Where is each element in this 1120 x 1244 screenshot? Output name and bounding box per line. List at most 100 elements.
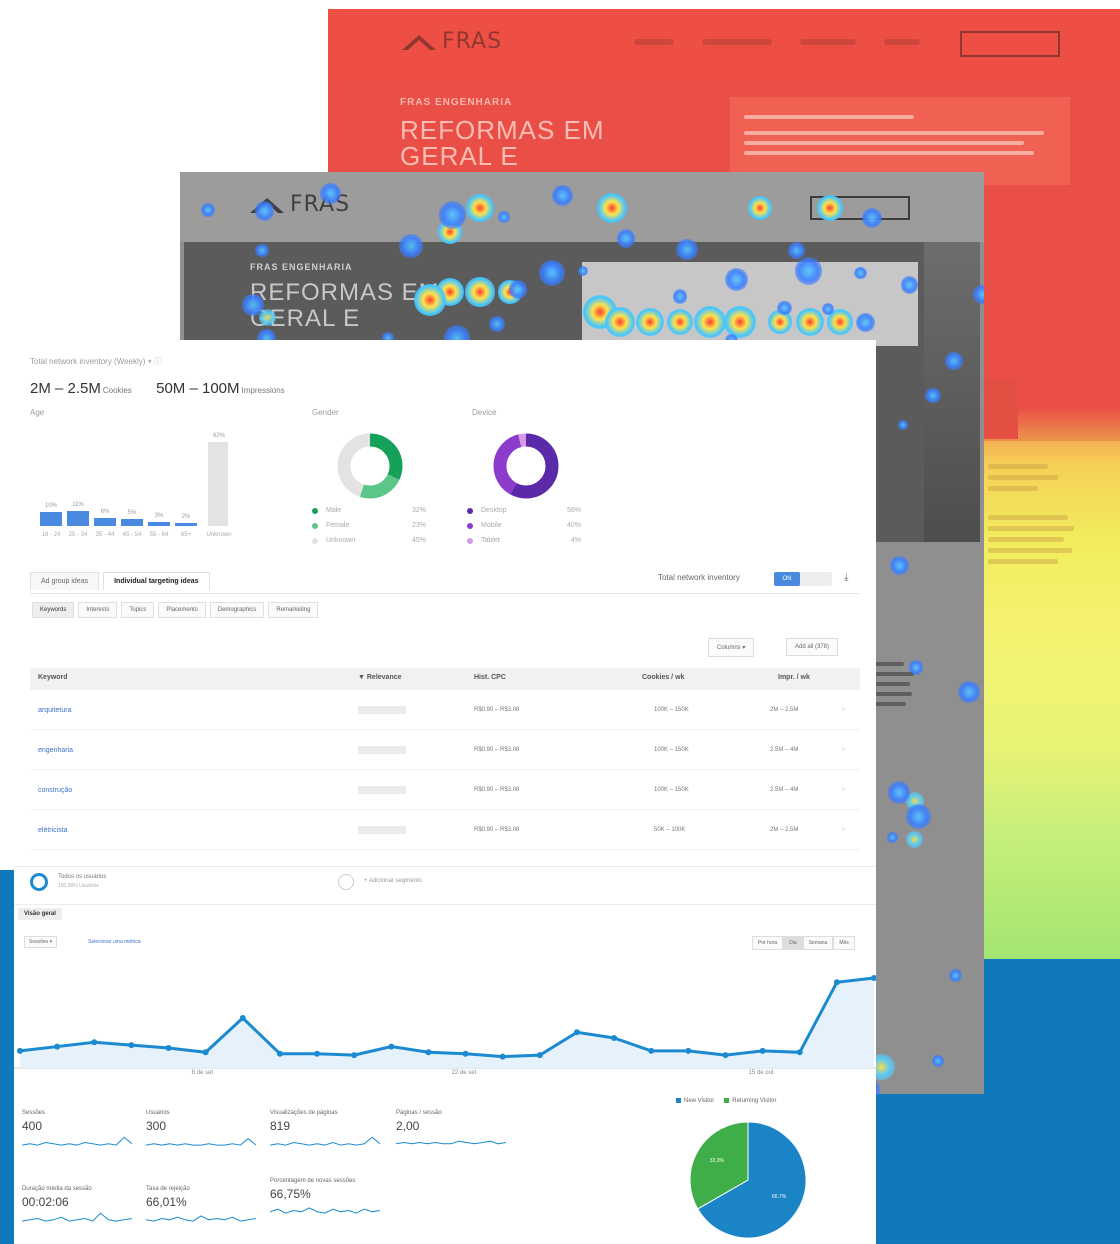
keyword-link[interactable]: construção	[38, 787, 72, 794]
tab-ad-group-ideas[interactable]: Ad group ideas	[30, 572, 100, 590]
metric-value: 819	[270, 1119, 291, 1133]
roof-logo-icon	[402, 34, 436, 50]
impressions-cell: 2M – 2.5M	[770, 827, 799, 833]
inventory-toggle[interactable]: ON	[774, 572, 832, 586]
subtab-keywords[interactable]: Keywords	[32, 602, 75, 618]
keyword-table-header	[30, 668, 860, 690]
impressions-value: 50M – 100M	[156, 380, 240, 397]
tab-overview[interactable]: Visão geral	[18, 908, 62, 920]
chevron-down-icon: ▾ ⓘ	[147, 357, 162, 366]
row-expand-icon[interactable]: ›	[842, 746, 844, 753]
age-bar-category: 18 - 24	[41, 532, 61, 538]
device-dot-icon	[467, 522, 473, 529]
device-legend-row: Tablet 4%	[467, 537, 581, 544]
device-section-label: Device	[472, 408, 497, 417]
age-bar-value: 2%	[181, 514, 191, 520]
metric-sparkline	[270, 1207, 380, 1214]
col-keyword[interactable]: Keyword	[38, 674, 68, 681]
sessions-point	[425, 1049, 432, 1056]
cookies-cell: 100K – 150K	[654, 747, 689, 753]
hero-form-panel	[582, 262, 918, 346]
table-row: engenharia R$0.90 – R$3.08 100K – 150K 2.5M…	[30, 730, 860, 770]
age-bar-category: 25 - 34	[68, 532, 88, 538]
age-bar-category: 45 - 54	[122, 532, 142, 538]
gender-dot-icon	[312, 537, 318, 544]
keyword-link[interactable]: engenharia	[38, 747, 73, 754]
sessions-point	[388, 1043, 395, 1050]
device-legend-row: Desktop 56%	[467, 507, 581, 514]
col-cookies[interactable]: Cookies / wk	[642, 674, 684, 681]
sessions-point	[165, 1045, 172, 1051]
col-hist-cpc[interactable]: Hist. CPC	[474, 674, 506, 681]
sessions-point	[276, 1050, 283, 1057]
age-bar-category: 65+	[180, 532, 192, 538]
subtab-demographics[interactable]: Demographics	[209, 602, 265, 618]
metric-tile: Visualizações de páginas 819	[270, 1110, 392, 1149]
device-legend-name: Desktop	[481, 507, 507, 514]
subtab-remarketing[interactable]: Remarketing	[268, 602, 319, 618]
sessions-point	[685, 1047, 692, 1054]
site-logo[interactable]: FRAS	[402, 29, 502, 54]
metric-sparkline	[22, 1212, 132, 1222]
legend-new-visitor: New Visitor	[676, 1098, 714, 1104]
sessions-point	[499, 1053, 506, 1060]
hero-kicker: FRAS ENGENHARIA	[400, 97, 513, 108]
relevance-bar	[358, 826, 406, 834]
gender-legend-row: Male 32%	[312, 507, 426, 514]
nav-cta-button[interactable]	[810, 196, 910, 220]
metric-select[interactable]: Sessões ▾	[24, 936, 58, 948]
nav-link[interactable]	[884, 39, 920, 45]
nav-link[interactable]	[634, 39, 674, 45]
col-impressions[interactable]: Impr. / wk	[778, 674, 810, 681]
sessions-point	[759, 1047, 766, 1054]
nav-cta-button[interactable]	[960, 31, 1060, 57]
segment-divider	[14, 866, 876, 867]
nav-link[interactable]	[702, 39, 772, 45]
cpc-cell: R$0.90 – R$3.08	[474, 747, 520, 753]
add-segment-label[interactable]: + Adicionar segmento	[364, 878, 422, 884]
period-hour[interactable]: Por hora	[752, 936, 784, 950]
site-logo[interactable]: FRAS	[250, 192, 350, 217]
add-segment-circle[interactable]	[338, 874, 354, 890]
report-title[interactable]: Total network inventory (Weekly) ▾ ⓘ	[30, 356, 162, 367]
metric-value: 66,01%	[146, 1195, 187, 1209]
cpc-cell: R$0.90 – R$3.08	[474, 827, 520, 833]
pie-slice-label: 33.3%	[710, 1158, 725, 1164]
period-day[interactable]: Dia	[783, 936, 803, 950]
subtab-placements[interactable]: Placements	[158, 602, 206, 618]
metric-tile: Porcentagem de novas sessões 66,75%	[270, 1178, 392, 1217]
inventory-summary: 2M – 2.5M Cookies 50M – 100M Impressions	[30, 380, 285, 397]
keyword-link[interactable]: arquitetura	[38, 707, 71, 714]
row-expand-icon[interactable]: ›	[842, 706, 844, 713]
hero-photo	[924, 242, 980, 542]
subtab-topics[interactable]: Topics	[121, 602, 155, 618]
period-month[interactable]: Mês	[833, 936, 855, 950]
compare-metric-link[interactable]: Selecionar uma métrica	[88, 939, 141, 945]
roof-logo-icon	[250, 197, 284, 213]
metric-label: Usuários	[146, 1110, 170, 1116]
subtab-interests[interactable]: Interests	[78, 602, 118, 618]
nav-link[interactable]	[800, 39, 856, 45]
device-dot-icon	[467, 507, 473, 514]
tab-individual-targeting-ideas[interactable]: Individual targeting ideas	[103, 572, 210, 590]
download-icon[interactable]: ⤓	[844, 572, 848, 583]
idea-tabs: Ad group ideas Individual targeting idea…	[30, 572, 210, 590]
age-bar	[208, 442, 228, 526]
site-header: FRAS	[180, 172, 984, 242]
site-header: FRAS	[328, 9, 1120, 81]
add-all-button[interactable]: Add all (378)	[786, 638, 839, 656]
table-row: construção R$0.90 – R$3.08 100K – 150K 2.5M…	[30, 770, 860, 810]
heat-blob	[887, 831, 899, 843]
sessions-point	[833, 979, 840, 986]
row-expand-icon[interactable]: ›	[842, 786, 844, 793]
period-week[interactable]: Semana	[802, 936, 834, 950]
row-expand-icon[interactable]: ›	[842, 826, 844, 833]
columns-button[interactable]: Columns ▾	[708, 638, 755, 657]
heat-blob	[887, 781, 911, 804]
keyword-link[interactable]: elétricista	[38, 827, 68, 834]
metric-tile: Sessões 400	[22, 1110, 144, 1149]
metric-value: 400	[22, 1119, 43, 1133]
col-relevance[interactable]: ▼ Relevance	[358, 674, 402, 681]
segment-all-circle[interactable]	[30, 873, 48, 891]
side-text-block	[988, 464, 1088, 570]
